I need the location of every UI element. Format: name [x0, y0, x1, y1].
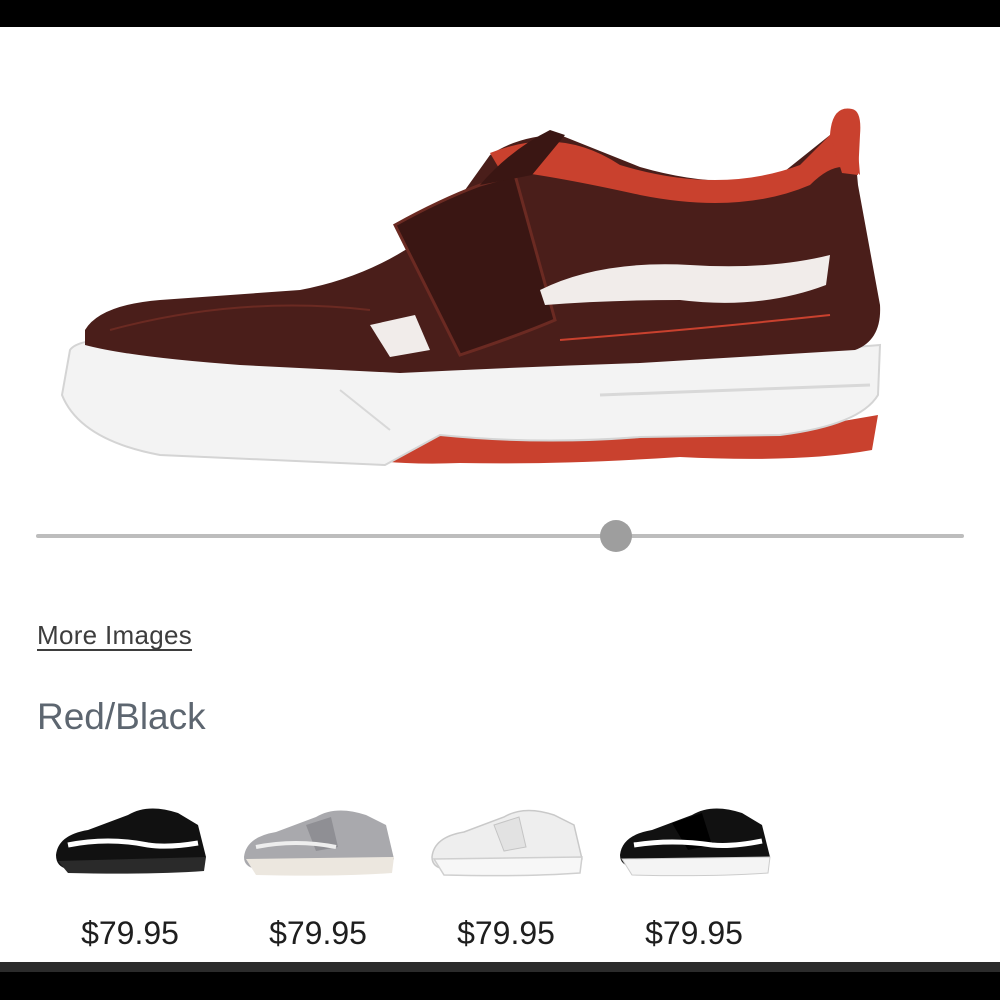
- white-shoe-thumbnail: [431, 809, 583, 877]
- colorway-list: $79.95 $79.95 $79.95 $79.95: [40, 795, 800, 955]
- top-bar: [0, 0, 1000, 27]
- image-slider[interactable]: [36, 520, 964, 552]
- slider-handle[interactable]: [600, 520, 632, 552]
- colorway-price: $79.95: [457, 915, 555, 951]
- selected-color-name: Red/Black: [37, 696, 206, 737]
- colorway-swatch-white[interactable]: $79.95: [416, 795, 596, 955]
- bottom-bar-edge: [0, 962, 1000, 972]
- more-images-link[interactable]: More Images: [37, 620, 192, 651]
- black-white-velcro-shoe-thumbnail: [620, 808, 771, 877]
- grey-shoe-thumbnail: [244, 810, 394, 876]
- bottom-bar: [0, 962, 1000, 1000]
- hero-shoe-image[interactable]: [40, 95, 900, 495]
- colorway-price: $79.95: [81, 915, 179, 951]
- colorway-swatch-grey[interactable]: $79.95: [228, 795, 408, 955]
- colorway-price: $79.95: [645, 915, 743, 951]
- black-white-shoe-thumbnail: [56, 808, 206, 874]
- colorway-swatch-black-velcro[interactable]: $79.95: [604, 795, 784, 955]
- slider-track[interactable]: [36, 534, 964, 538]
- colorway-swatch-black[interactable]: $79.95: [40, 795, 220, 955]
- colorway-price: $79.95: [269, 915, 367, 951]
